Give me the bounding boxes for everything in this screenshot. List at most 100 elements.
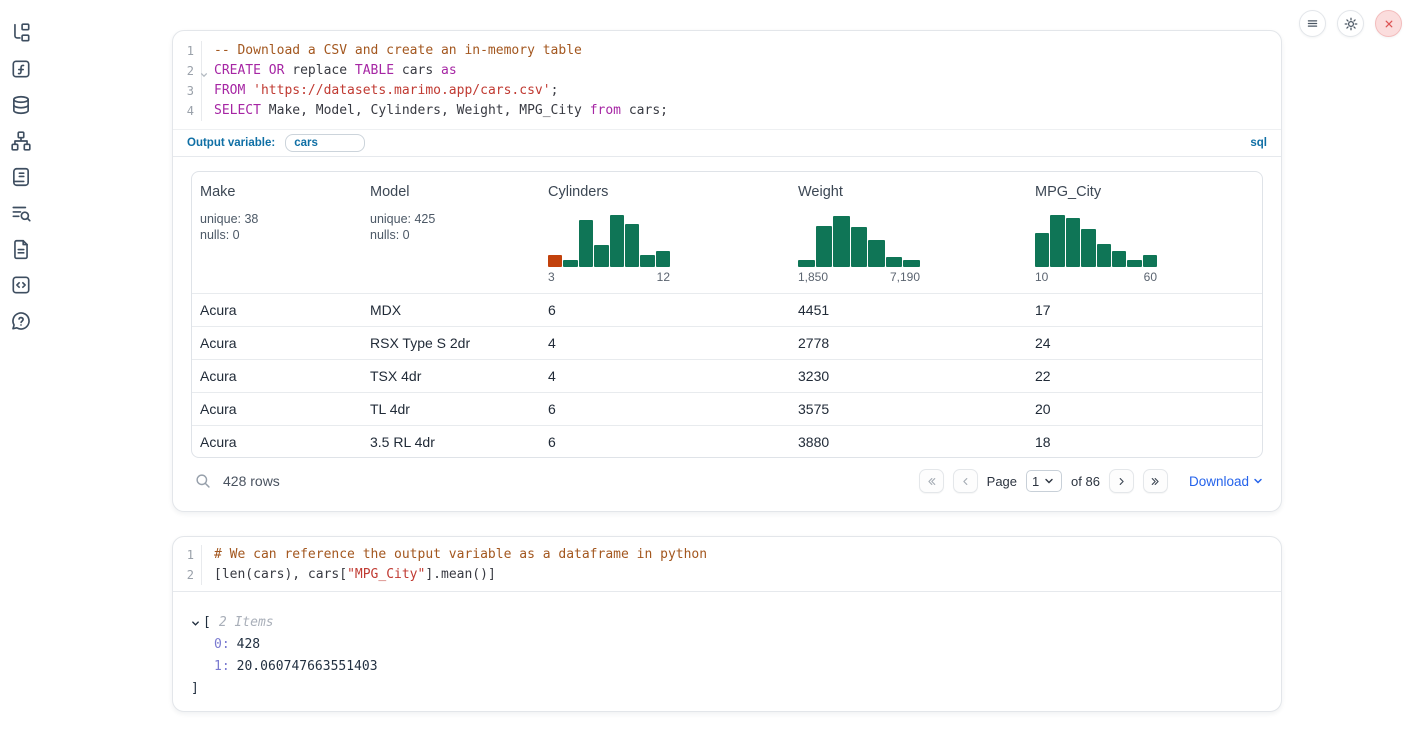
cell-model: MDX [362, 293, 540, 326]
output-variable-bar: Output variable: sql [173, 129, 1281, 157]
histogram-bar [594, 245, 608, 267]
sql-token: replace [284, 63, 354, 78]
py-token: ].mean()] [425, 567, 495, 582]
last-page-button[interactable] [1143, 469, 1168, 493]
menu-button[interactable] [1299, 10, 1326, 37]
search-button[interactable] [191, 469, 215, 493]
dependency-graph-icon[interactable] [10, 130, 32, 152]
sql-token: SELECT [214, 103, 261, 118]
tree-items-count: 2 Items [219, 612, 274, 634]
cell-weight: 3880 [790, 425, 1027, 458]
histogram-bar [1066, 218, 1080, 268]
column-header-weight[interactable]: Weight 1,8507,190 [790, 172, 1027, 293]
tree-close-bracket: ] [191, 678, 199, 700]
documentation-icon[interactable] [10, 238, 32, 260]
tree-collapse-chevron-icon[interactable] [191, 619, 200, 628]
python-editor[interactable]: 1 # We can reference the output variable… [173, 537, 1281, 585]
histogram-bar [610, 215, 624, 267]
first-page-button[interactable] [919, 469, 944, 493]
py-comment: # We can reference the output variable a… [214, 547, 707, 562]
column-header-mpg-city[interactable]: MPG_City 10 60 [1027, 172, 1262, 293]
line-number: 2 [173, 565, 201, 585]
line-number: 1 [173, 41, 201, 61]
histogram-bar [903, 260, 920, 267]
sql-token: cars [394, 63, 441, 78]
previous-page-button[interactable] [953, 469, 978, 493]
column-nulls: nulls: 0 [200, 227, 354, 243]
menu-icon [1305, 16, 1320, 31]
weight-histogram[interactable]: 1,8507,190 [798, 212, 920, 284]
sql-token: FROM [214, 83, 245, 98]
histogram-bar [625, 224, 639, 267]
cell-make: Acura [192, 392, 362, 425]
help-bubble-icon[interactable] [10, 310, 32, 332]
scratchpad-scroll-icon[interactable] [10, 166, 32, 188]
hist-max-label: 7,190 [890, 270, 920, 284]
file-tree-icon[interactable] [10, 22, 32, 44]
cell-make: Acura [192, 425, 362, 458]
column-nulls: nulls: 0 [370, 227, 532, 243]
tree-key: 0: [214, 634, 230, 656]
function-square-icon[interactable] [10, 58, 32, 80]
line-number: 1 [173, 545, 201, 565]
cell-weight: 3230 [790, 359, 1027, 392]
hist-max-label: 60 [1144, 270, 1157, 284]
cell-mpg: 20 [1027, 392, 1262, 425]
cell-mpg: 17 [1027, 293, 1262, 326]
chevrons-right-icon [1149, 475, 1162, 488]
cell-make: Acura [192, 326, 362, 359]
fold-chevron-icon[interactable] [200, 65, 208, 85]
settings-button[interactable] [1337, 10, 1364, 37]
sql-editor[interactable]: 1 -- Download a CSV and create an in-mem… [173, 31, 1281, 121]
histogram-bar [640, 255, 654, 267]
column-name: Model [370, 184, 532, 200]
histogram-bar [1050, 215, 1064, 267]
next-page-button[interactable] [1109, 469, 1134, 493]
cell-model: TL 4dr [362, 392, 540, 425]
rows-count: 428 rows [223, 473, 280, 489]
output-variable-input[interactable] [285, 134, 365, 152]
page-select[interactable]: 1 [1026, 470, 1062, 492]
language-badge: sql [1250, 137, 1267, 149]
mpg-city-histogram[interactable]: 10 60 [1035, 212, 1157, 284]
cell-cylinders: 4 [540, 359, 790, 392]
top-controls [1299, 10, 1408, 37]
column-name: MPG_City [1035, 184, 1254, 200]
sidebar [0, 0, 48, 729]
column-name: Cylinders [548, 184, 782, 200]
column-header-model[interactable]: Model unique: 425nulls: 0 [362, 172, 540, 293]
pagination: Page 1 of 86 Download [919, 469, 1263, 493]
download-button[interactable]: Download [1189, 474, 1263, 489]
histogram-bar [1143, 255, 1157, 267]
shutdown-button[interactable] [1375, 10, 1402, 37]
cell-cylinders: 6 [540, 293, 790, 326]
histogram-bar [1081, 229, 1095, 268]
sql-string: 'https://datasets.marimo.app/cars.csv' [253, 83, 550, 98]
column-unique: unique: 425 [370, 211, 532, 227]
cell-weight: 4451 [790, 293, 1027, 326]
histogram-bar [1097, 244, 1111, 267]
histogram-bar [563, 260, 577, 267]
py-token: [len(cars), cars[ [214, 567, 347, 582]
hist-min-label: 3 [548, 270, 555, 284]
cell-model: 3.5 RL 4dr [362, 425, 540, 458]
page-of-label: of 86 [1071, 474, 1100, 489]
column-header-cylinders[interactable]: Cylinders 3 12 [540, 172, 790, 293]
cell-model: TSX 4dr [362, 359, 540, 392]
column-header-make[interactable]: Make unique: 38nulls: 0 [192, 172, 362, 293]
sql-token [245, 83, 253, 98]
logs-search-icon[interactable] [10, 202, 32, 224]
sql-token: cars; [621, 103, 668, 118]
cylinders-histogram[interactable]: 3 12 [548, 212, 670, 284]
histogram-bar [868, 240, 885, 268]
sql-token: from [590, 103, 621, 118]
sql-token: OR [269, 63, 285, 78]
cell-weight: 3575 [790, 392, 1027, 425]
hist-max-label: 12 [657, 270, 670, 284]
snippets-code-icon[interactable] [10, 274, 32, 296]
database-icon[interactable] [10, 94, 32, 116]
hist-min-label: 10 [1035, 270, 1048, 284]
column-name: Make [200, 184, 354, 200]
cell-make: Acura [192, 293, 362, 326]
cell-cylinders: 6 [540, 392, 790, 425]
